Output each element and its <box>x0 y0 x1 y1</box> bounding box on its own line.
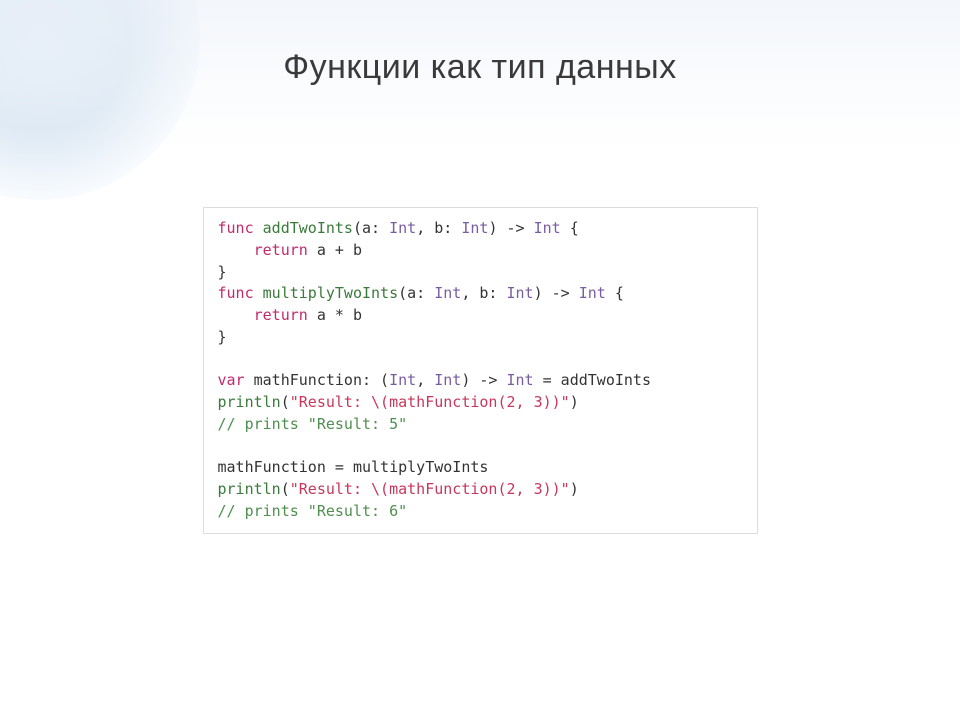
code-content: func addTwoInts(a: Int, b: Int) -> Int {… <box>218 218 743 523</box>
type-int: Int <box>389 371 416 389</box>
keyword-func: func <box>218 284 254 302</box>
code-block: func addTwoInts(a: Int, b: Int) -> Int {… <box>203 207 758 534</box>
function-name: multiplyTwoInts <box>263 284 398 302</box>
keyword-func: func <box>218 219 254 237</box>
type-int: Int <box>579 284 606 302</box>
slide-title: Функции как тип данных <box>0 0 960 87</box>
function-println: println <box>218 393 281 411</box>
keyword-return: return <box>254 306 308 324</box>
string-literal: "Result: \(mathFunction(2, 3))" <box>290 480 570 498</box>
type-int: Int <box>507 371 534 389</box>
string-literal: "Result: \(mathFunction(2, 3))" <box>290 393 570 411</box>
type-int: Int <box>507 284 534 302</box>
type-int: Int <box>434 284 461 302</box>
code-comment: // prints "Result: 6" <box>218 502 408 520</box>
type-int: Int <box>389 219 416 237</box>
type-int: Int <box>434 371 461 389</box>
function-println: println <box>218 480 281 498</box>
keyword-var: var <box>218 371 245 389</box>
code-comment: // prints "Result: 5" <box>218 415 408 433</box>
type-int: Int <box>461 219 488 237</box>
keyword-return: return <box>254 241 308 259</box>
function-name: addTwoInts <box>263 219 353 237</box>
type-int: Int <box>534 219 561 237</box>
